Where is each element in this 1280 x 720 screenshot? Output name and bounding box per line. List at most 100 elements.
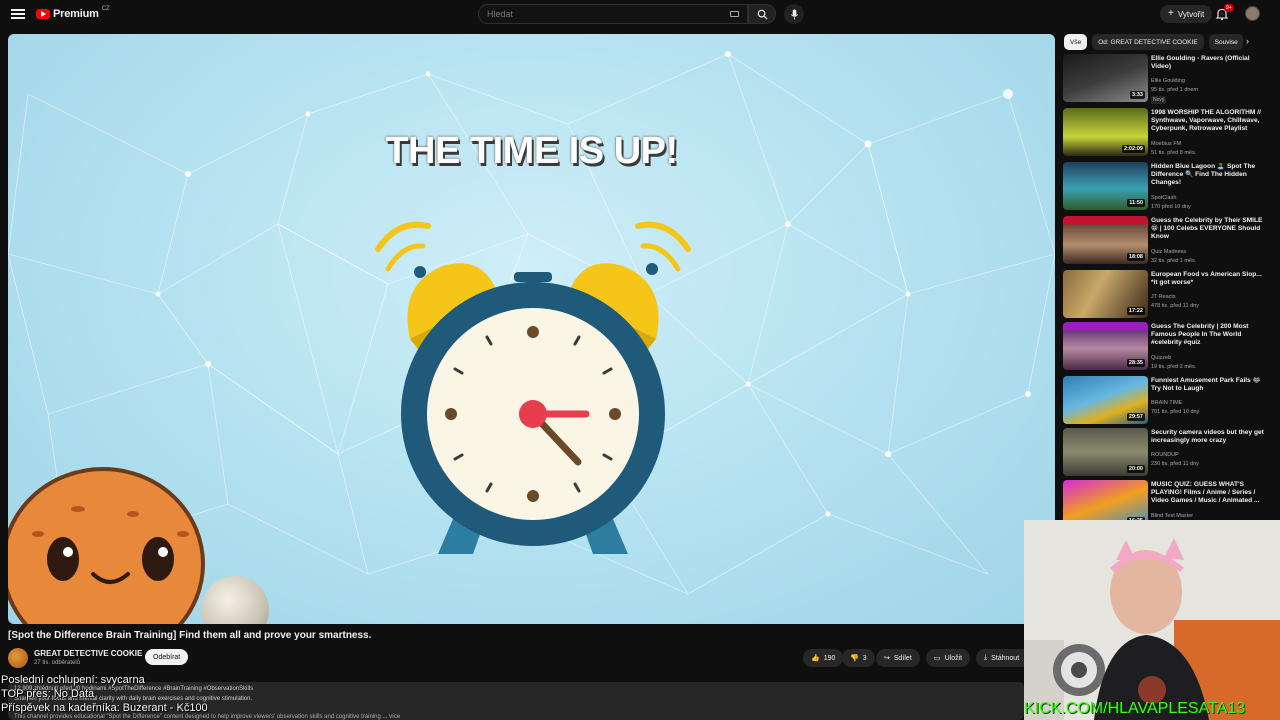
stream-overlay-line-1: Poslední ochlupení: svycarna xyxy=(1,674,145,686)
video-meta: 32 tis. před 1 měs. xyxy=(1151,258,1197,264)
video-meta: 95 tis. před 1 dnem xyxy=(1151,87,1199,93)
video-duration: 17:22 xyxy=(1126,307,1145,315)
video-title: MUSIC QUIZ: GUESS WHAT'S PLAYING! Films … xyxy=(1151,481,1260,504)
video-thumbnail[interactable]: 18:08 xyxy=(1063,216,1148,264)
create-button[interactable]: + Vytvořit xyxy=(1160,5,1213,23)
video-title: European Food vs American Slop... *it go… xyxy=(1151,271,1262,286)
video-duration: 20:00 xyxy=(1126,465,1145,473)
channel-name: Quiz Madness xyxy=(1151,249,1187,255)
create-label: Vytvořit xyxy=(1177,9,1205,19)
recommended-video[interactable]: 11:50 Hidden Blue Lagoon 🏝️ Spot The Dif… xyxy=(1063,162,1273,214)
save-icon: ▭ xyxy=(934,655,941,662)
like-button[interactable]: 👍 190 xyxy=(803,649,844,667)
description-more-text: This channel provides educational "Spot … xyxy=(14,714,401,720)
cookie-mascot-illustration xyxy=(8,467,205,624)
video-thumbnail[interactable]: 3:33 xyxy=(1063,54,1148,102)
channel-name: Ellie Goulding xyxy=(1151,78,1185,84)
top-bar: Premium CZ + Vytvořit 9+ xyxy=(0,0,1280,28)
dislike-button[interactable]: 👎 3 xyxy=(842,649,875,667)
channel-name: Moebius FM xyxy=(1151,141,1182,147)
video-thumbnail[interactable]: 28:35 xyxy=(1063,322,1148,370)
video-title: Funniest Amusement Park Fails 😂 Try Not … xyxy=(1151,377,1261,392)
search-box xyxy=(478,4,748,24)
webcam-feed xyxy=(1024,520,1280,720)
channel-name: Blind Test Master xyxy=(1151,513,1194,519)
recommended-video[interactable]: 29:57 Funniest Amusement Park Fails 😂 Tr… xyxy=(1063,376,1273,428)
dislike-count: 3 xyxy=(862,654,867,662)
logo-country: CZ xyxy=(101,6,110,12)
video-meta: 51 tis. před 8 měs. xyxy=(1151,150,1197,156)
video-duration: 28:35 xyxy=(1126,359,1145,367)
video-duration: 18:08 xyxy=(1126,253,1145,261)
video-thumbnail[interactable]: 2:02:09 xyxy=(1063,108,1148,156)
recommended-video[interactable]: 2:02:09 1998 WORSHIP THE ALGORITHM // Sy… xyxy=(1063,108,1273,160)
recommended-video[interactable]: 18:08 Guess the Celebrity by Their SMILE… xyxy=(1063,216,1273,268)
video-meta: 19 tis. před 2 měs. xyxy=(1151,364,1197,370)
share-button[interactable]: ↪ Sdílet xyxy=(876,649,920,667)
download-label: Stáhnout xyxy=(991,654,1020,662)
download-button[interactable]: ⤓ Stáhnout xyxy=(976,649,1024,667)
video-duration: 3:33 xyxy=(1129,91,1145,99)
search-button[interactable] xyxy=(748,4,776,24)
video-player[interactable]: THE TIME IS UP! xyxy=(8,34,1055,624)
video-meta: 170 před 10 dny xyxy=(1151,204,1191,210)
video-overlay-title: THE TIME IS UP! xyxy=(385,130,678,172)
stream-overlay-line-2: TOP přes: No Data xyxy=(1,688,95,700)
video-title: Guess the Celebrity by Their SMILE 😁 | 1… xyxy=(1151,217,1263,240)
channel-name: BRAIN TIME xyxy=(1151,400,1183,406)
chip-related[interactable]: Souvise xyxy=(1208,34,1243,50)
account-avatar[interactable] xyxy=(1245,6,1260,21)
related-chips: Vše Od: GREAT DETECTIVE COOKIE Souvise xyxy=(1064,34,1243,50)
new-badge: Nový xyxy=(1151,96,1167,104)
channel-avatar[interactable] xyxy=(8,648,28,668)
streamer-webcam xyxy=(1024,520,1280,720)
search-icon xyxy=(757,9,768,20)
share-label: Sdílet xyxy=(893,654,912,662)
video-duration: 29:57 xyxy=(1126,413,1145,421)
chip-from-channel[interactable]: Od: GREAT DETECTIVE COOKIE xyxy=(1092,34,1204,50)
video-duration: 11:50 xyxy=(1127,199,1145,207)
notifications-count-badge: 9+ xyxy=(1224,4,1234,12)
chip-all[interactable]: Vše xyxy=(1064,34,1088,50)
video-title: Guess The Celebrity | 200 Most Famous Pe… xyxy=(1151,323,1249,346)
subscriber-count: 27 tis. odběratelů xyxy=(34,660,81,666)
recommended-video[interactable]: 20:00 Security camera videos but they ge… xyxy=(1063,428,1273,480)
video-meta: 230 tis. před 11 dny xyxy=(1151,461,1199,467)
thumbs-up-icon: 👍 xyxy=(811,655,820,662)
video-thumbnail[interactable]: 17:22 xyxy=(1063,270,1148,318)
keyboard-icon[interactable] xyxy=(730,11,739,17)
hamburger-menu-icon[interactable] xyxy=(11,7,25,21)
recommended-video[interactable]: 3:33 Ellie Goulding - Ravers (Official V… xyxy=(1063,54,1273,106)
share-icon: ↪ xyxy=(884,655,890,662)
save-button[interactable]: ▭ Uložit xyxy=(926,649,971,667)
video-thumbnail[interactable]: 11:50 xyxy=(1063,162,1148,210)
kick-channel-url: KICK.COM/HLAVAPLESATA13 xyxy=(1024,700,1246,717)
logo-text: Premium xyxy=(53,8,99,20)
chevron-right-icon[interactable]: › xyxy=(1246,36,1249,46)
youtube-logo-icon xyxy=(36,9,50,19)
video-title: Security camera videos but they get incr… xyxy=(1151,429,1264,444)
channel-name[interactable]: GREAT DETECTIVE COOKIE xyxy=(34,649,142,658)
recommended-video[interactable]: 28:35 Guess The Celebrity | 200 Most Fam… xyxy=(1063,322,1273,374)
video-meta: 701 tis. před 10 dny xyxy=(1151,409,1200,415)
plus-icon: + xyxy=(1168,8,1174,19)
youtube-premium-logo[interactable]: Premium CZ xyxy=(36,6,110,20)
save-label: Uložit xyxy=(944,654,963,662)
subscribe-button[interactable]: Odebírat xyxy=(145,649,189,665)
video-thumbnail[interactable]: 20:00 xyxy=(1063,428,1148,476)
stream-overlay-line-3: Příspěvek na kadeřníka: Buzerant - Kč100 xyxy=(1,702,208,714)
recommended-video[interactable]: 17:22 European Food vs American Slop... … xyxy=(1063,270,1273,322)
channel-name: JT Reacts xyxy=(1151,294,1176,300)
thumbs-down-icon: 👎 xyxy=(850,655,859,662)
search-input[interactable] xyxy=(487,9,717,19)
video-title: Ellie Goulding - Ravers (Official Video) xyxy=(1151,55,1250,70)
voice-search-button[interactable] xyxy=(784,4,804,24)
channel-name: Quizzeb xyxy=(1151,355,1172,361)
video-duration: 2:02:09 xyxy=(1122,145,1145,153)
download-icon: ⤓ xyxy=(984,654,988,661)
video-thumbnail[interactable]: 29:57 xyxy=(1063,376,1148,424)
video-meta: 478 tis. před 11 dny xyxy=(1151,303,1199,309)
channel-name: ROUNDUP xyxy=(1151,452,1179,458)
video-title: 1998 WORSHIP THE ALGORITHM // Synthwave,… xyxy=(1151,109,1261,132)
like-count: 190 xyxy=(823,654,836,662)
